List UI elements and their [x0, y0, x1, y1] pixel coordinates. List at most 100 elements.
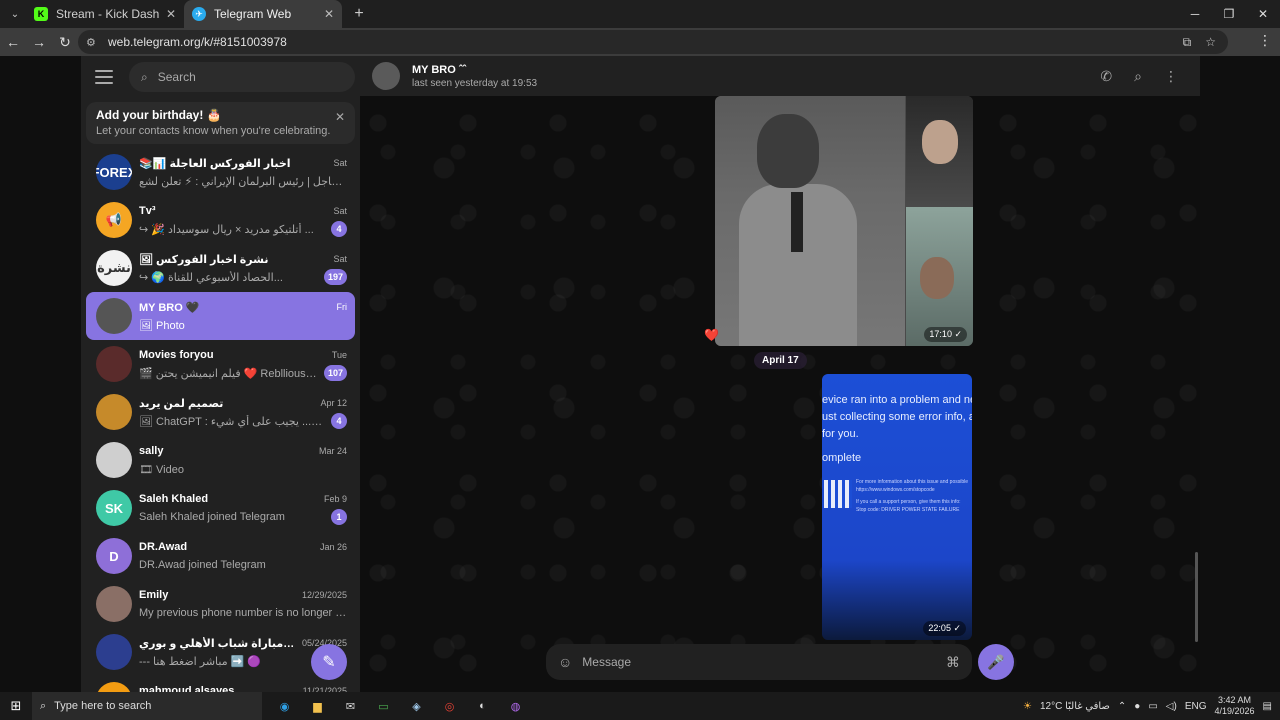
- install-app-icon[interactable]: ⧉: [1183, 35, 1192, 50]
- chat-list-item[interactable]: نشرة 🖼 نشرة اخبار الفوركس Sat ↪ 🌍 الحصاد ال…: [86, 244, 355, 292]
- chrome-icon[interactable]: ◎: [433, 692, 466, 720]
- chat-preview: 🎞 Video: [139, 463, 184, 476]
- chat-app-icon[interactable]: ◍: [499, 692, 532, 720]
- birthday-banner[interactable]: Add your birthday! 🎂 Let your contacts k…: [86, 102, 355, 144]
- browser-toolbar: ← → ↻ ⚙ web.telegram.org/k/#8151003978 ⧉…: [0, 28, 1280, 56]
- microphone-tray-icon[interactable]: ●: [1134, 701, 1140, 712]
- attach-icon[interactable]: ⌘: [946, 654, 960, 671]
- edge-icon[interactable]: ◉: [268, 692, 301, 720]
- avatar: [96, 442, 132, 478]
- back-icon[interactable]: ←: [0, 29, 26, 55]
- heart-reaction-icon[interactable]: ❤️: [704, 328, 719, 342]
- chat-time: Mar 24: [318, 446, 347, 456]
- photo-main[interactable]: [715, 96, 905, 346]
- message-input[interactable]: ☺ Message ⌘: [546, 644, 972, 680]
- network-icon[interactable]: ▭: [1148, 701, 1157, 712]
- volume-icon[interactable]: ◁): [1166, 701, 1177, 712]
- restore-icon[interactable]: ❐: [1212, 0, 1246, 28]
- chat-name: Tv³: [139, 205, 156, 217]
- chat-preview: 🖼 Photo: [139, 319, 185, 332]
- chat-name: MY BRO 🖤: [139, 301, 200, 314]
- chat-name: Saleh Khaled: [139, 493, 209, 505]
- chat-list-item[interactable]: sally Mar 24 🎞 Video: [86, 436, 355, 484]
- search-input[interactable]: ⌕ Search: [129, 62, 355, 92]
- window-controls: ─ ❐ ✕: [1178, 0, 1280, 28]
- chat-list-item[interactable]: D DR.Awad Jan 26 DR.Awad joined Telegram: [86, 532, 355, 580]
- emoji-icon[interactable]: ☺: [558, 654, 572, 670]
- notification-icon[interactable]: ▤: [1263, 701, 1272, 712]
- telegram-favicon-icon: ✈: [192, 7, 206, 21]
- tray-expand-icon[interactable]: ⌃: [1118, 701, 1126, 712]
- tab-kick-dashboard[interactable]: K Stream - Kick Dashboard ✕: [26, 0, 184, 28]
- weather-text[interactable]: 12°C صافي غالبًا: [1040, 701, 1110, 712]
- chat-status: last seen yesterday at 19:53: [412, 77, 538, 89]
- chat-time: Apr 12: [320, 398, 347, 408]
- terminal-icon[interactable]: ▭: [367, 692, 400, 720]
- clock[interactable]: 3:42 AM 4/19/2026: [1215, 695, 1255, 717]
- chat-name: 📚📊 اخبار الفوركس العاجلة: [139, 157, 291, 170]
- chat-time: Sat: [333, 206, 347, 216]
- photo-face: [922, 120, 958, 164]
- chat-preview: ↪ 🌍 الحصاد الأسبوعي للقناة...: [139, 271, 283, 284]
- mail-icon[interactable]: ✉: [334, 692, 367, 720]
- address-bar[interactable]: ⚙ web.telegram.org/k/#8151003978 ⧉ ☆: [78, 30, 1228, 54]
- obs-icon[interactable]: ◐: [466, 692, 499, 720]
- photo-thumb-2[interactable]: [906, 207, 973, 346]
- tab-close-icon[interactable]: ✕: [166, 7, 176, 21]
- new-message-pencil-icon[interactable]: ✎: [311, 644, 347, 680]
- browser-menu-icon[interactable]: ⋮: [1258, 32, 1272, 49]
- unread-badge: 107: [323, 365, 347, 381]
- chat-preview: Saleh Khaled joined Telegram: [139, 511, 285, 523]
- chat-list-item[interactable]: SK Saleh Khaled Feb 9 Saleh Khaled joined T…: [86, 484, 355, 532]
- chat-time: Jan 26: [319, 542, 347, 552]
- avatar[interactable]: [372, 62, 400, 90]
- close-window-icon[interactable]: ✕: [1246, 0, 1280, 28]
- site-info-icon[interactable]: ⚙: [86, 36, 100, 49]
- minimize-icon[interactable]: ─: [1178, 0, 1212, 28]
- chat-list-item[interactable]: Emily 12/29/2025 My previous phone number …: [86, 580, 355, 628]
- birthday-subtitle: Let your contacts know when you're celeb…: [96, 125, 331, 137]
- chat-name: Emily: [139, 589, 169, 601]
- reload-icon[interactable]: ↻: [52, 29, 78, 55]
- photo-thumb-1[interactable]: [906, 96, 973, 206]
- taskbar: ⊞ ⌕ Type here to search ◉ ▆ ✉ ▭ ◈ ◎ ◐ ◍ …: [0, 692, 1280, 720]
- bookmark-star-icon[interactable]: ☆: [1205, 35, 1216, 50]
- taskbar-search[interactable]: ⌕ Type here to search: [32, 692, 262, 720]
- chat-name: بث مباشر مباراة شباب الأهلي و بوري...: [139, 637, 296, 650]
- photo-face: [920, 257, 954, 299]
- tab-search-menu[interactable]: ⌄: [4, 3, 26, 25]
- file-explorer-icon[interactable]: ▆: [301, 692, 334, 720]
- phone-call-icon[interactable]: ✆: [1100, 68, 1112, 85]
- avatar: [96, 394, 132, 430]
- search-icon[interactable]: ⌕: [1134, 68, 1142, 85]
- chat-list-item[interactable]: mahmoud alsayes 11/21/2025: [86, 676, 355, 692]
- tab-title: Stream - Kick Dashboard: [56, 7, 160, 21]
- new-tab-button[interactable]: +: [346, 1, 372, 27]
- chat-list-item[interactable]: Movies foryou Tue 🎬 فيلم انيميشن يحتن ❤️ R…: [86, 340, 355, 388]
- menu-icon[interactable]: [95, 70, 113, 84]
- chat-area: MY BRO ˆˆ last seen yesterday at 19:53 ✆…: [360, 56, 1200, 692]
- avatar: [96, 346, 132, 382]
- chat-list-item[interactable]: FOREX 📚📊 اخبار الفوركس العاجلة Sat عاجل | ر…: [86, 148, 355, 196]
- tab-telegram-web[interactable]: ✈ Telegram Web ✕: [184, 0, 342, 28]
- scrollbar[interactable]: [1195, 552, 1198, 642]
- forward-icon[interactable]: →: [26, 29, 52, 55]
- weather-icon[interactable]: ☀: [1023, 701, 1032, 712]
- chat-name: sally: [139, 445, 164, 457]
- chat-header[interactable]: MY BRO ˆˆ last seen yesterday at 19:53 ✆…: [360, 56, 1200, 96]
- chat-list-item[interactable]: 📢 Tv³ Sat ↪ 🎉 أتلتيكو مدريد × ريال سوسيداد …: [86, 196, 355, 244]
- close-icon[interactable]: ✕: [335, 110, 345, 124]
- chat-list-item[interactable]: MY BRO 🖤 Fri 🖼 Photo: [86, 292, 355, 340]
- photo-message[interactable]: evice ran into a problem and ne ust coll…: [822, 374, 972, 640]
- photo-figure-tie: [791, 192, 803, 252]
- microphone-icon[interactable]: 🎤: [978, 644, 1014, 680]
- windows-start-icon[interactable]: ⊞: [0, 692, 32, 720]
- language-indicator[interactable]: ENG: [1185, 701, 1207, 712]
- steam-icon[interactable]: ◈: [400, 692, 433, 720]
- avatar: [96, 586, 132, 622]
- photo-album-message[interactable]: 17:10 ✓: [715, 96, 973, 346]
- more-options-icon[interactable]: ⋮: [1164, 68, 1178, 85]
- photo-small-text: For more information about this issue an…: [856, 479, 969, 513]
- tab-close-icon[interactable]: ✕: [324, 7, 334, 21]
- chat-list-item[interactable]: تصميم لمن يريد Apr 12 🖼 ChatGPT : يجيب على…: [86, 388, 355, 436]
